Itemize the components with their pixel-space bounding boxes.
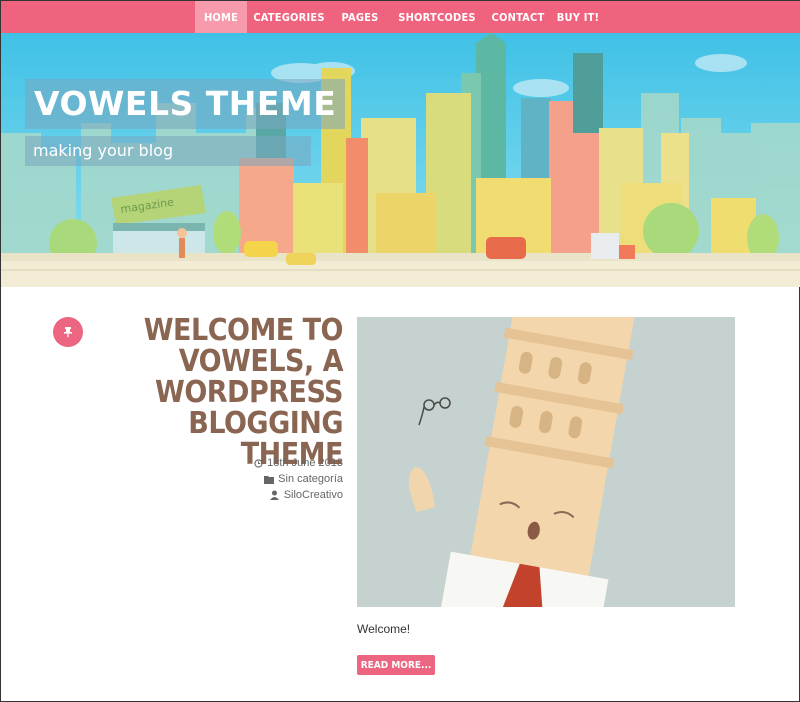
pin-icon [53, 317, 83, 347]
post-date-text: 18th June 2013 [267, 457, 343, 469]
nav-item-categories[interactable]: Categories [247, 1, 331, 33]
main-navigation: Home Categories Pages Shortcodes Contact… [1, 1, 800, 33]
user-icon [270, 490, 280, 500]
header-banner: magazine Vowels Theme making your blog [1, 33, 800, 287]
nav-menu: Home Categories Pages Shortcodes Contact… [195, 1, 605, 33]
folder-icon [264, 474, 275, 484]
nav-item-home[interactable]: Home [195, 1, 247, 33]
post-category-link[interactable]: Sin categoría [278, 473, 343, 485]
leaning-tower-illustration [357, 317, 735, 607]
post-title[interactable]: Welcome to Vowels, a WordPress Blogging … [121, 315, 344, 470]
pushpin-icon [64, 327, 72, 338]
nav-item-contact[interactable]: Contact [485, 1, 551, 33]
post-author-link[interactable]: SiloCreativo [284, 489, 343, 501]
post-author: SiloCreativo [171, 489, 343, 501]
read-more-button[interactable]: Read more... [357, 655, 435, 675]
post-category: Sin categoría [171, 473, 343, 485]
featured-image[interactable] [357, 317, 735, 607]
nav-item-shortcodes[interactable]: Shortcodes [389, 1, 485, 33]
nav-item-buy-it[interactable]: Buy it! [551, 1, 605, 33]
post-excerpt: Welcome! [357, 622, 411, 636]
post-date: 18th June 2013 [171, 457, 343, 469]
site-title[interactable]: Vowels Theme [25, 79, 346, 129]
site-tagline: making your blog [25, 136, 311, 166]
clock-icon [253, 458, 263, 468]
nav-item-pages[interactable]: Pages [331, 1, 389, 33]
